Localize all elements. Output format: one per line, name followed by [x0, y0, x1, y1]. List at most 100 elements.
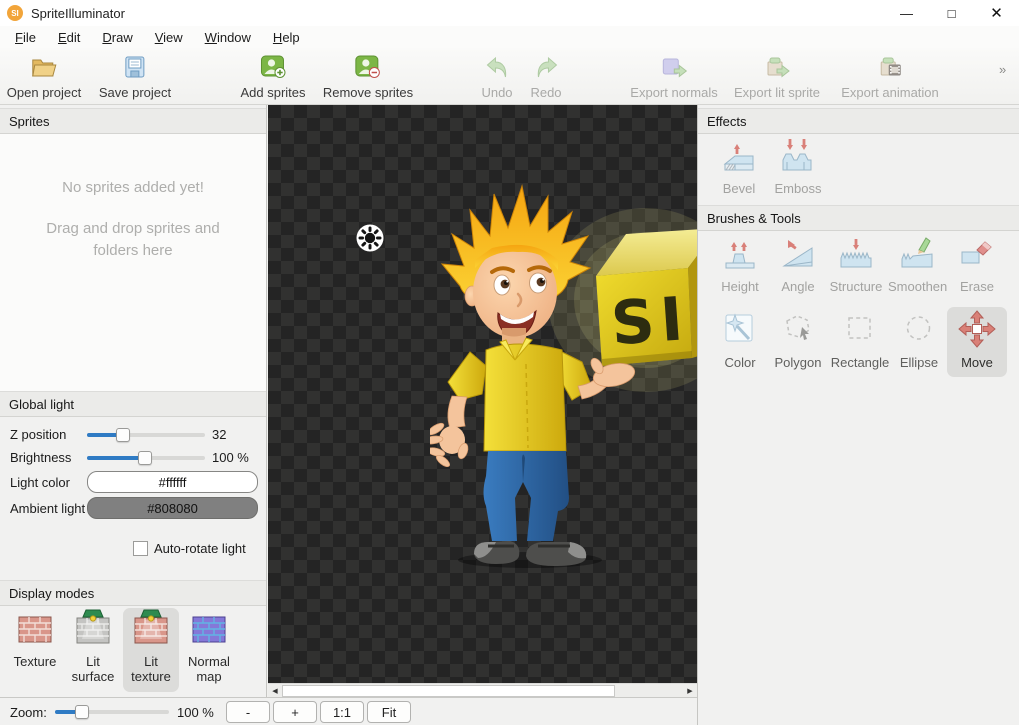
- erase-brush[interactable]: Erase: [948, 233, 1006, 299]
- menu-draw[interactable]: Draw: [91, 28, 143, 47]
- smoothen-brush[interactable]: Smoothen: [888, 233, 946, 299]
- ambient-light-button[interactable]: #808080: [87, 497, 258, 519]
- open-project-button[interactable]: Open project: [7, 54, 81, 100]
- redo-button[interactable]: Redo: [530, 54, 561, 100]
- scroll-right-icon[interactable]: ▶: [683, 684, 697, 697]
- menu-edit[interactable]: Edit: [47, 28, 91, 47]
- close-button[interactable]: ✕: [974, 0, 1019, 26]
- display-mode-lit-surface[interactable]: Lit surface: [65, 608, 121, 692]
- sprites-empty-hint: Drag and drop sprites and folders here: [46, 218, 221, 262]
- zoom-value: 100 %: [177, 705, 214, 720]
- polygon-tool[interactable]: Polygon: [768, 309, 828, 375]
- light-color-button[interactable]: #ffffff: [87, 471, 258, 493]
- ellipse-tool[interactable]: Ellipse: [890, 309, 948, 375]
- normal-map-icon: [190, 612, 228, 649]
- display-modes-header: Display modes: [0, 580, 266, 606]
- brushes-tools-header: Brushes & Tools: [698, 205, 1019, 231]
- window-title: SpriteIlluminator: [31, 6, 125, 21]
- zoom-slider[interactable]: [55, 705, 169, 719]
- z-position-value: 32: [212, 427, 226, 442]
- right-panel: Effects Bevel Emboss Brushes & Tools Hei…: [697, 105, 1019, 725]
- move-tool[interactable]: Move: [947, 307, 1007, 377]
- sprites-empty-title: No sprites added yet!: [0, 179, 266, 196]
- bevel-tool[interactable]: Bevel: [712, 135, 766, 201]
- angle-brush-icon: [780, 234, 816, 277]
- erase-brush-icon: [959, 234, 995, 277]
- menu-help[interactable]: Help: [262, 28, 311, 47]
- undo-button[interactable]: Undo: [481, 54, 512, 100]
- add-sprites-button[interactable]: Add sprites: [240, 54, 305, 100]
- bevel-icon: [721, 136, 757, 179]
- export-lit-sprite-icon: [764, 56, 790, 82]
- auto-rotate-checkbox[interactable]: [133, 541, 148, 556]
- open-project-icon: [30, 55, 58, 82]
- zoom-bar: Zoom: 100 % - + 1:1 Fit: [0, 697, 697, 725]
- menu-bar: File Edit Draw View Window Help: [0, 26, 1019, 48]
- polygon-select-icon: [780, 311, 816, 352]
- export-animation-icon: [877, 56, 903, 82]
- maximize-button[interactable]: □: [929, 0, 974, 26]
- z-position-slider[interactable]: [87, 428, 205, 442]
- zoom-one-to-one-button[interactable]: 1:1: [320, 701, 364, 723]
- save-project-button[interactable]: Save project: [99, 54, 171, 100]
- auto-rotate-label: Auto-rotate light: [154, 541, 246, 556]
- cube-letters: SI: [609, 284, 691, 359]
- left-panel: Sprites No sprites added yet! Drag and d…: [0, 105, 267, 697]
- display-mode-lit-texture[interactable]: Lit texture: [123, 608, 179, 692]
- scrollbar-thumb[interactable]: [282, 685, 615, 697]
- scroll-left-icon[interactable]: ◀: [268, 684, 282, 697]
- height-brush-icon: [722, 234, 758, 277]
- global-light-header: Global light: [0, 391, 266, 417]
- zoom-in-button[interactable]: +: [273, 701, 317, 723]
- minimize-button[interactable]: —: [884, 0, 929, 26]
- sprite-character[interactable]: SI: [430, 168, 697, 568]
- move-icon: [957, 309, 997, 352]
- color-wand-icon: [722, 311, 758, 352]
- canvas[interactable]: SI: [268, 105, 697, 683]
- rectangle-select-icon: [842, 311, 878, 352]
- app-window: SI SpriteIlluminator — □ ✕ File Edit Dra…: [0, 0, 1019, 725]
- brightness-label: Brightness: [10, 450, 71, 465]
- brightness-slider[interactable]: [87, 451, 205, 465]
- menu-view[interactable]: View: [144, 28, 194, 47]
- canvas-area: SI: [268, 105, 697, 697]
- export-normals-button[interactable]: Export normals: [630, 54, 717, 100]
- redo-icon: [534, 57, 558, 82]
- menu-file[interactable]: File: [4, 28, 47, 47]
- height-brush[interactable]: Height: [711, 233, 769, 299]
- app-logo-icon: SI: [7, 5, 23, 21]
- title-bar: SI SpriteIlluminator — □ ✕: [0, 0, 1019, 26]
- menu-window[interactable]: Window: [194, 28, 262, 47]
- remove-sprites-button[interactable]: Remove sprites: [323, 54, 413, 100]
- z-position-label: Z position: [10, 427, 66, 442]
- export-animation-button[interactable]: Export animation: [841, 54, 939, 100]
- smoothen-brush-icon: [899, 234, 935, 277]
- toolbar: Open project Save project Add sprites Re…: [0, 48, 1019, 105]
- toolbar-overflow-chevron[interactable]: »: [999, 62, 1006, 77]
- ambient-light-label: Ambient light: [10, 501, 85, 516]
- add-sprites-icon: [260, 55, 286, 82]
- horizontal-scrollbar[interactable]: ◀ ▶: [268, 683, 697, 697]
- sprites-drop-area[interactable]: No sprites added yet! Drag and drop spri…: [0, 134, 266, 391]
- ellipse-select-icon: [901, 311, 937, 352]
- zoom-label: Zoom:: [10, 705, 47, 720]
- texture-icon: [16, 612, 54, 649]
- export-lit-sprite-button[interactable]: Export lit sprite: [734, 54, 820, 100]
- structure-brush-icon: [838, 234, 874, 277]
- effects-header: Effects: [698, 108, 1019, 134]
- light-widget[interactable]: [353, 221, 387, 255]
- zoom-out-button[interactable]: -: [226, 701, 270, 723]
- rectangle-tool[interactable]: Rectangle: [830, 309, 890, 375]
- undo-icon: [485, 57, 509, 82]
- sprites-header: Sprites: [0, 108, 266, 134]
- display-mode-normal-map[interactable]: Normal map: [181, 608, 237, 692]
- lit-surface-icon: [74, 609, 112, 652]
- angle-brush[interactable]: Angle: [769, 233, 827, 299]
- color-tool[interactable]: Color: [711, 309, 769, 375]
- light-color-label: Light color: [10, 475, 70, 490]
- zoom-fit-button[interactable]: Fit: [367, 701, 411, 723]
- emboss-tool[interactable]: Emboss: [771, 135, 825, 201]
- emboss-icon: [780, 136, 816, 179]
- display-mode-texture[interactable]: Texture: [7, 608, 63, 692]
- structure-brush[interactable]: Structure: [827, 233, 885, 299]
